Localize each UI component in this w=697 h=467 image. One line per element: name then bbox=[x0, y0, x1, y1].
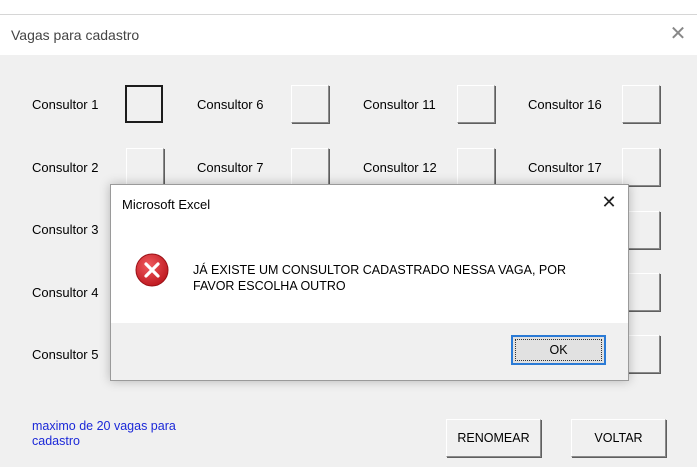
error-icon bbox=[135, 253, 169, 287]
slot-label-4: Consultor 4 bbox=[32, 285, 99, 300]
error-dialog: Microsoft Excel ✕ JÁ EXISTE UM CONSULTOR… bbox=[110, 184, 629, 381]
slot-button-12[interactable] bbox=[457, 148, 495, 186]
slot-label-5: Consultor 5 bbox=[32, 347, 99, 362]
slot-label-12: Consultor 12 bbox=[363, 160, 437, 175]
slot-label-3: Consultor 3 bbox=[32, 222, 99, 237]
close-icon[interactable]: ✕ bbox=[665, 21, 691, 47]
slot-button-2[interactable] bbox=[126, 148, 164, 186]
slot-button-7[interactable] bbox=[291, 148, 329, 186]
slot-button-11[interactable] bbox=[457, 85, 495, 123]
rename-button[interactable]: RENOMEAR bbox=[446, 419, 541, 457]
slot-label-7: Consultor 7 bbox=[197, 160, 264, 175]
dialog-footer: OK bbox=[111, 323, 628, 380]
form-titlebar: Vagas para cadastro ✕ bbox=[0, 15, 697, 55]
back-button[interactable]: VOLTAR bbox=[571, 419, 666, 457]
ok-button[interactable]: OK bbox=[511, 335, 606, 365]
form-title: Vagas para cadastro bbox=[11, 27, 140, 43]
slot-label-11: Consultor 11 bbox=[363, 97, 436, 112]
slot-button-1[interactable] bbox=[125, 85, 163, 123]
slot-label-1: Consultor 1 bbox=[32, 97, 99, 112]
slot-button-16[interactable] bbox=[622, 85, 660, 123]
slot-label-2: Consultor 2 bbox=[32, 160, 99, 175]
dialog-close-icon[interactable]: ✕ bbox=[598, 191, 620, 213]
slot-label-16: Consultor 16 bbox=[528, 97, 602, 112]
dialog-title: Microsoft Excel bbox=[122, 197, 211, 212]
slot-label-6: Consultor 6 bbox=[197, 97, 264, 112]
max-slots-note: maximo de 20 vagas para cadastro bbox=[32, 419, 176, 448]
dialog-message: JÁ EXISTE UM CONSULTOR CADASTRADO NESSA … bbox=[193, 263, 566, 293]
slot-button-17[interactable] bbox=[622, 148, 660, 186]
slot-label-17: Consultor 17 bbox=[528, 160, 602, 175]
slot-button-6[interactable] bbox=[291, 85, 329, 123]
